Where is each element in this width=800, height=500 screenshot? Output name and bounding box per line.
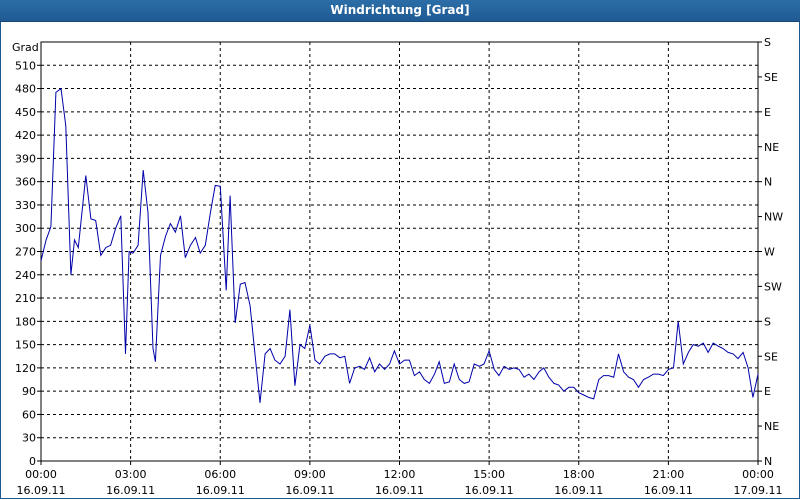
x-tick-date-5: 16.09.11 <box>465 484 514 497</box>
y-tick-label-16: 480 <box>15 83 36 96</box>
y-tick-label-15: 450 <box>15 106 36 119</box>
y-tick-label-10: 300 <box>15 222 36 235</box>
x-tick-date-7: 16.09.11 <box>644 484 693 497</box>
x-tick-time-0: 00:00 <box>25 468 57 481</box>
grid-lines <box>41 42 758 461</box>
wind-direction-chart: 0 30 60 90 120 150 180 210 240 270 300 330 360 390 420… <box>12 36 783 497</box>
y-tick-label-17: 510 <box>15 59 36 72</box>
x-tick-date-6: 16.09.11 <box>554 484 603 497</box>
y-tick-label-9: 270 <box>15 246 36 259</box>
y-tick-label-11: 330 <box>15 199 36 212</box>
y-tick-label-14: 420 <box>15 129 36 142</box>
y2-tick-label-7: NW <box>764 211 783 224</box>
y2-tick-label-10: E <box>764 106 771 119</box>
y-tick-label-8: 240 <box>15 269 36 282</box>
y-tick-label-2: 60 <box>22 408 36 421</box>
y-axis-label: Grad <box>12 41 39 54</box>
y-tick-label-3: 90 <box>22 385 36 398</box>
x-tick-time-8: 00:00 <box>742 468 774 481</box>
x-tick-time-2: 06:00 <box>204 468 236 481</box>
y2-tick-label-2: E <box>764 385 771 398</box>
x-tick-time-5: 15:00 <box>473 468 505 481</box>
x-tick-date-0: 16.09.11 <box>17 484 66 497</box>
y-tick-label-7: 210 <box>15 292 36 305</box>
y-tick-label-6: 180 <box>15 315 36 328</box>
y2-tick-label-8: N <box>764 176 772 189</box>
y2-tick-label-12: S <box>764 36 771 49</box>
y-tick-label-13: 390 <box>15 152 36 165</box>
y2-tick-label-5: SW <box>764 280 782 293</box>
x-tick-date-8: 17.09.11 <box>734 484 783 497</box>
x-tick-date-3: 16.09.11 <box>285 484 334 497</box>
y-tick-label-1: 30 <box>22 432 36 445</box>
y-tick-label-4: 120 <box>15 362 36 375</box>
x-tick-time-1: 03:00 <box>115 468 147 481</box>
x-tick-time-3: 09:00 <box>294 468 326 481</box>
y2-tick-label-3: SE <box>764 350 778 363</box>
x-tick-date-2: 16.09.11 <box>196 484 245 497</box>
x-tick-date-1: 16.09.11 <box>106 484 155 497</box>
y2-tick-label-0: N <box>764 455 772 468</box>
y-tick-label-5: 150 <box>15 339 36 352</box>
y-axis-ticks: 0 30 60 90 120 150 180 210 240 270 300 330 360 390 420… <box>15 59 41 468</box>
y2-tick-label-4: S <box>764 315 771 328</box>
y-tick-label-12: 360 <box>15 176 36 189</box>
x-tick-time-6: 18:00 <box>563 468 595 481</box>
x-tick-time-7: 21:00 <box>653 468 685 481</box>
y2-tick-label-1: NE <box>764 420 779 433</box>
y2-tick-label-11: SE <box>764 71 778 84</box>
x-tick-date-4: 16.09.11 <box>375 484 424 497</box>
x-axis-ticks: 00:00 16.09.11 03:00 16.09.11 06:00 16.09.11 0… <box>17 461 783 497</box>
y-tick-label-0: 0 <box>29 455 36 468</box>
y2-tick-label-9: NE <box>764 141 779 154</box>
x-tick-time-4: 12:00 <box>384 468 416 481</box>
y2-axis-ticks: N NE E SE S SW W NW N NE E SE S <box>758 36 783 468</box>
y2-tick-label-6: W <box>764 246 775 259</box>
